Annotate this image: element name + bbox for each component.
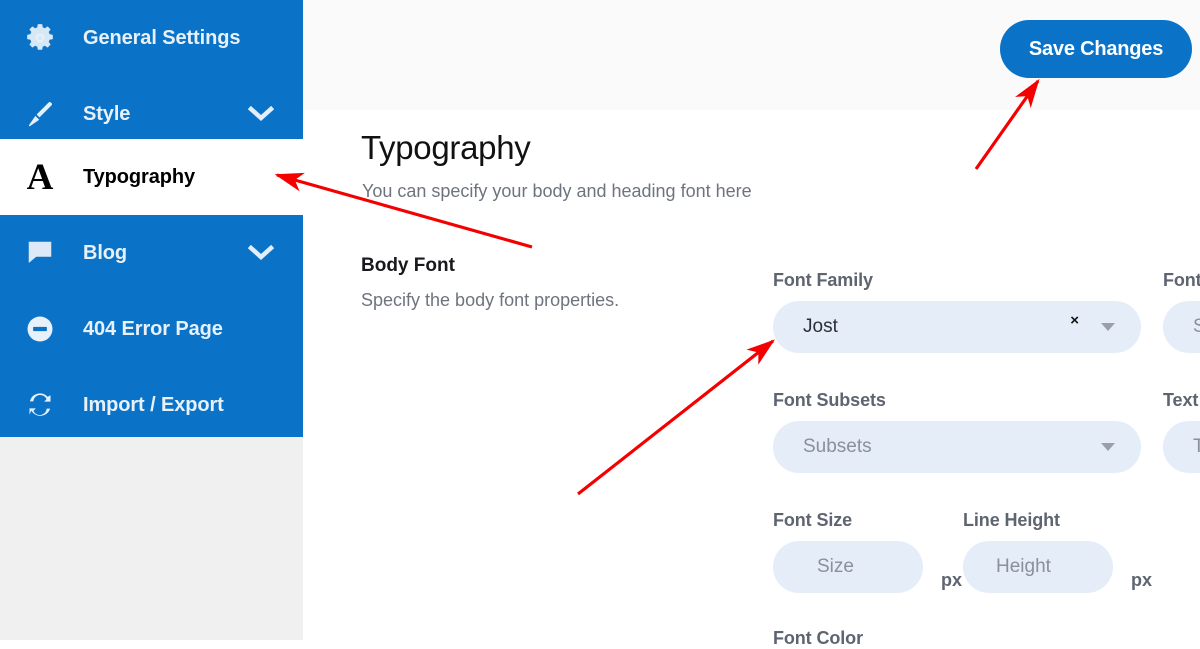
- font-size-placeholder: Size: [817, 556, 854, 577]
- sidebar: General Settings Style A Typography Blog…: [0, 0, 303, 640]
- field-label: Text A: [1163, 390, 1200, 410]
- sidebar-item-label: Import / Export: [83, 393, 224, 416]
- field-font-size: Font Size Size: [773, 510, 923, 593]
- sidebar-item-general-settings[interactable]: General Settings: [0, 0, 303, 76]
- gear-icon: [20, 18, 60, 58]
- font-weight-select[interactable]: S: [1163, 301, 1200, 353]
- page-title: Typography: [361, 129, 531, 166]
- line-height-input[interactable]: Height: [963, 541, 1113, 593]
- field-label: Font Subsets: [773, 390, 886, 410]
- line-height-placeholder: Height: [996, 556, 1051, 577]
- font-family-select[interactable]: Jost ×: [773, 301, 1141, 353]
- sidebar-item-404-error-page[interactable]: 404 Error Page: [0, 291, 303, 367]
- text-align-select[interactable]: T: [1163, 421, 1200, 473]
- font-subsets-select[interactable]: Subsets: [773, 421, 1141, 473]
- font-size-unit: px: [941, 570, 963, 590]
- sidebar-nav-list: General Settings Style A Typography Blog…: [0, 0, 303, 437]
- field-text-align: Text A T: [1163, 390, 1200, 473]
- chat-bubble-icon: [20, 233, 60, 273]
- field-label: Font Family: [773, 270, 873, 290]
- field-line-height: Line Height Height: [963, 510, 1113, 593]
- sync-icon: [20, 385, 60, 425]
- minus-circle-icon: [20, 309, 60, 349]
- clear-icon[interactable]: ×: [1070, 313, 1079, 328]
- field-font-weight: Font S: [1163, 270, 1200, 353]
- section-title-body-font: Body Font: [361, 255, 455, 276]
- chevron-down-icon[interactable]: [248, 101, 274, 127]
- chevron-down-icon[interactable]: [1101, 323, 1115, 331]
- chevron-down-icon[interactable]: [1101, 443, 1115, 451]
- sidebar-item-label: Blog: [83, 241, 128, 264]
- sidebar-item-label: 404 Error Page: [83, 317, 223, 340]
- font-size-input[interactable]: Size: [773, 541, 923, 593]
- field-font-color: Font Color: [773, 628, 863, 649]
- sidebar-item-label: General Settings: [83, 26, 241, 49]
- sidebar-item-blog[interactable]: Blog: [0, 215, 303, 291]
- sidebar-item-label: Typography: [83, 165, 195, 188]
- sidebar-item-import-export[interactable]: Import / Export: [0, 367, 303, 443]
- page-subtitle: You can specify your body and heading fo…: [362, 181, 752, 201]
- text-align-placeholder: T: [1193, 436, 1200, 457]
- font-weight-placeholder: S: [1193, 316, 1200, 337]
- font-subsets-placeholder: Subsets: [803, 436, 872, 457]
- field-label: Font Color: [773, 628, 863, 648]
- field-label: Line Height: [963, 510, 1060, 530]
- serif-a-icon: A: [26, 156, 54, 198]
- section-description-body-font: Specify the body font properties.: [361, 290, 620, 310]
- chevron-down-icon[interactable]: [248, 240, 274, 266]
- line-height-unit: px: [1131, 570, 1153, 590]
- main-content: Typography You can specify your body and…: [303, 110, 1200, 648]
- font-family-value: Jost: [803, 316, 838, 337]
- field-label: Font Size: [773, 510, 853, 530]
- field-font-subsets: Font Subsets Subsets: [773, 390, 1141, 473]
- save-changes-button[interactable]: Save Changes: [1000, 20, 1192, 78]
- sidebar-item-label: Style: [83, 102, 131, 125]
- paintbrush-icon: [20, 94, 60, 134]
- sidebar-item-typography[interactable]: A Typography: [0, 139, 303, 215]
- field-label: Font: [1163, 270, 1200, 290]
- field-font-family: Font Family Jost ×: [773, 270, 1141, 353]
